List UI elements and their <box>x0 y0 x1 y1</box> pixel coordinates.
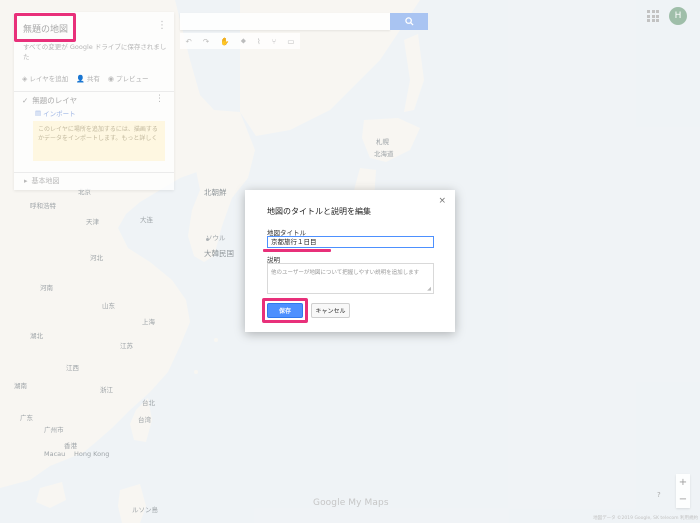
map-label: 湖北 <box>30 332 43 340</box>
description-textarea[interactable]: 他のユーザーが地図について把握しやすい説明を追加します ◢ <box>267 263 434 294</box>
map-label: 山东 <box>102 302 115 310</box>
map-label: 北海道 <box>374 150 394 158</box>
map-label: ソウル <box>206 234 226 242</box>
search-button[interactable] <box>390 13 428 30</box>
close-icon[interactable]: × <box>438 196 446 206</box>
map-label: 江西 <box>66 364 79 372</box>
map-label: 浙江 <box>100 386 113 394</box>
cancel-button[interactable]: キャンセル <box>311 303 350 318</box>
map-label: Macau <box>44 450 66 458</box>
draw-line-icon[interactable]: ⌇ <box>257 37 261 46</box>
search-input[interactable] <box>180 13 390 30</box>
map-label: 札幌 <box>376 138 389 146</box>
marker-icon[interactable]: ⬥ <box>241 36 246 46</box>
edit-title-dialog: 地図のタイトルと説明を編集 × 地図タイトル 京都旅行１日目 説明 他のユーザー… <box>245 190 455 332</box>
save-highlight <box>262 298 308 323</box>
ruler-icon[interactable]: ▭ <box>287 37 294 46</box>
save-status: すべての変更が Google ドライブに保存されました <box>23 43 167 61</box>
share-button[interactable]: 👤 共有 <box>76 73 100 83</box>
map-label: Hong Kong <box>74 450 110 458</box>
zoom-controls: + − <box>676 474 690 508</box>
layer-name[interactable]: 無題のレイヤ <box>32 95 77 106</box>
layer-more-icon[interactable]: ⋮ <box>155 94 164 104</box>
resize-handle-icon[interactable]: ◢ <box>427 286 431 292</box>
help-icon[interactable]: ? <box>657 491 661 499</box>
map-label: 河南 <box>40 284 53 292</box>
map-label: 大连 <box>140 216 153 224</box>
person-add-icon: 👤 <box>76 75 85 83</box>
more-vert-icon[interactable]: ⋮ <box>157 20 167 31</box>
layers-icon: ◈ <box>22 75 28 83</box>
map-label: 河北 <box>90 254 103 262</box>
search-icon <box>404 17 414 26</box>
map-label: ルソン島 <box>132 506 158 514</box>
title-underline-highlight <box>263 249 331 252</box>
map-dot <box>206 238 209 241</box>
import-link[interactable]: ▤ インポート <box>35 108 76 118</box>
map-label: 广州市 <box>44 426 64 434</box>
map-label: 上海 <box>142 318 155 326</box>
preview-button[interactable]: ◉ プレビュー <box>108 73 149 83</box>
import-hint: このレイヤに場所を追加するには、描画するかデータをインポートします。もっと詳しく <box>33 121 165 161</box>
map-label: 湖南 <box>14 382 27 390</box>
description-placeholder: 他のユーザーが地図について把握しやすい説明を追加します <box>271 270 420 276</box>
map-label: 北朝鮮 <box>204 188 227 197</box>
zoom-in-button[interactable]: + <box>676 474 690 491</box>
map-label: 广东 <box>20 414 33 422</box>
map-label: 香港 <box>64 442 77 450</box>
google-my-maps-logo: Google My Maps <box>313 498 389 508</box>
map-label: 呼和浩特 <box>30 202 56 210</box>
title-highlight <box>14 13 76 42</box>
divider <box>14 91 174 92</box>
map-toolbar: ↶ ↷ ✋ ⬥ ⌇ ⑂ ▭ <box>180 33 300 49</box>
checkbox-icon[interactable]: ✓ <box>22 96 28 105</box>
layer-item[interactable]: ✓ 無題のレイヤ <box>22 95 77 106</box>
eye-icon: ◉ <box>107 75 115 83</box>
map-label: 大韓民国 <box>204 249 234 258</box>
map-attribution[interactable]: 地図データ ©2019 Google, SK telecom 利用規約 <box>593 515 698 521</box>
dialog-title: 地図のタイトルと説明を編集 <box>267 207 371 216</box>
add-layer-button[interactable]: ◈ レイヤを追加 <box>22 73 68 83</box>
map-label: 台湾 <box>138 416 151 424</box>
map-label: 台北 <box>142 399 155 407</box>
map-title-input[interactable]: 京都旅行１日目 <box>267 236 434 248</box>
divider <box>14 172 174 173</box>
basemap-toggle[interactable]: ▸ 基本地図 <box>24 176 60 186</box>
undo-icon[interactable]: ↶ <box>186 37 192 46</box>
map-label: 江苏 <box>120 342 133 350</box>
map-label: 天津 <box>86 218 99 226</box>
chevron-right-icon: ▸ <box>24 177 28 185</box>
zoom-out-button[interactable]: − <box>676 491 690 508</box>
redo-icon[interactable]: ↷ <box>203 37 209 46</box>
panel-actions: ◈ レイヤを追加 👤 共有 ◉ プレビュー <box>22 73 149 83</box>
file-icon: ▤ <box>35 109 42 117</box>
hand-icon[interactable]: ✋ <box>220 37 229 46</box>
apps-grid-icon[interactable] <box>647 10 659 22</box>
avatar[interactable]: H <box>669 7 687 25</box>
directions-icon[interactable]: ⑂ <box>272 37 277 46</box>
